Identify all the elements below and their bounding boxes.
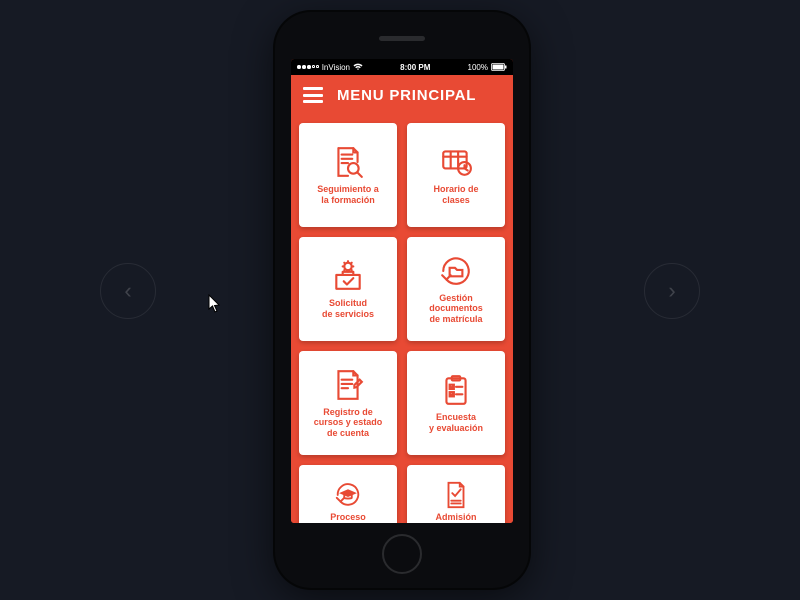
hamburger-menu-button[interactable] (303, 87, 323, 103)
phone-home-button[interactable] (382, 534, 422, 574)
wifi-icon (353, 63, 363, 71)
main-menu-grid-wrap: Seguimiento a la formación Horario de cl… (291, 115, 513, 523)
menu-card-label: Proceso (330, 512, 366, 522)
status-right: 100% (468, 63, 507, 72)
main-menu-grid: Seguimiento a la formación Horario de cl… (299, 123, 505, 523)
menu-card-label: Admisión (435, 512, 476, 522)
document-check-icon (441, 480, 471, 510)
menu-card-gestion[interactable]: Gestión documentos de matrícula (407, 237, 505, 341)
hamburger-bar-icon (303, 94, 323, 97)
checklist-icon (439, 373, 473, 407)
mouse-cursor-icon (208, 294, 222, 314)
graduation-refresh-icon (333, 480, 363, 510)
phone-device-frame: InVision 8:00 PM 100% MENU PRINCIPAL (275, 12, 529, 588)
menu-card-encuesta[interactable]: Encuesta y evaluación (407, 351, 505, 455)
battery-icon (491, 63, 507, 71)
status-left: InVision (297, 63, 363, 72)
status-bar: InVision 8:00 PM 100% (291, 59, 513, 75)
chevron-right-icon: › (668, 278, 675, 304)
app-header: MENU PRINCIPAL (291, 75, 513, 115)
signal-dots-icon (297, 65, 319, 69)
battery-percent: 100% (468, 63, 488, 72)
hamburger-bar-icon (303, 87, 323, 90)
menu-card-horario[interactable]: Horario de clases (407, 123, 505, 227)
menu-card-label: Gestión documentos de matrícula (429, 293, 483, 324)
menu-card-proceso[interactable]: Proceso (299, 465, 397, 523)
carousel-prev-button[interactable]: ‹ (100, 263, 156, 319)
menu-card-solicitud[interactable]: Solicitud de servicios (299, 237, 397, 341)
document-edit-icon (331, 368, 365, 402)
phone-speaker (379, 36, 425, 41)
folder-refresh-icon (439, 254, 473, 288)
menu-card-seguimiento[interactable]: Seguimiento a la formación (299, 123, 397, 227)
phone-screen: InVision 8:00 PM 100% MENU PRINCIPAL (291, 59, 513, 523)
toolbox-gear-icon (331, 259, 365, 293)
carousel-next-button[interactable]: › (644, 263, 700, 319)
menu-card-label: Solicitud de servicios (322, 298, 374, 319)
calendar-clock-icon (439, 145, 473, 179)
document-magnify-icon (331, 145, 365, 179)
menu-card-registro[interactable]: Registro de cursos y estado de cuenta (299, 351, 397, 455)
page-title: MENU PRINCIPAL (337, 87, 476, 104)
menu-card-label: Horario de clases (433, 184, 478, 205)
menu-card-admision[interactable]: Admisión (407, 465, 505, 523)
menu-card-label: Registro de cursos y estado de cuenta (314, 407, 383, 438)
status-time: 8:00 PM (400, 63, 430, 72)
menu-card-label: Seguimiento a la formación (317, 184, 379, 205)
chevron-left-icon: ‹ (124, 278, 131, 304)
carrier-label: InVision (322, 63, 350, 72)
menu-card-label: Encuesta y evaluación (429, 412, 483, 433)
hamburger-bar-icon (303, 100, 323, 103)
